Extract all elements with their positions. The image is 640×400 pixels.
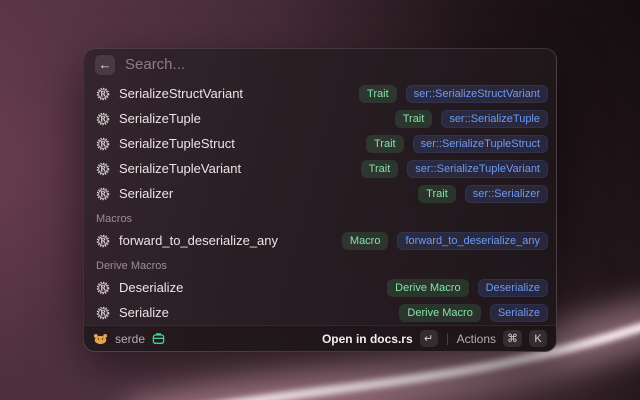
search-bar: ← <box>84 49 556 80</box>
rust-logo-icon: R <box>96 187 110 201</box>
result-row[interactable]: R SerializeTuple Trait ser::SerializeTup… <box>84 106 556 131</box>
result-title: Deserialize <box>119 280 183 295</box>
result-row[interactable]: R SerializeTupleStruct Trait ser::Serial… <box>84 131 556 156</box>
svg-text:R: R <box>100 189 106 198</box>
result-title: SerializeTuple <box>119 111 201 126</box>
extension-name: serde <box>115 332 145 346</box>
rust-logo-icon: R <box>96 112 110 126</box>
path-badge: forward_to_deserialize_any <box>397 232 548 250</box>
path-badge: Deserialize <box>478 279 548 297</box>
back-button[interactable]: ← <box>95 55 115 75</box>
action-bar: serde Open in docs.rs ↵ Actions ⌘ K <box>84 325 556 351</box>
path-badge: ser::SerializeTupleVariant <box>407 160 548 178</box>
result-title: SerializeStructVariant <box>119 86 243 101</box>
type-badge: Derive Macro <box>399 304 480 322</box>
path-badge: ser::SerializeTuple <box>441 110 548 128</box>
svg-text:R: R <box>100 139 106 148</box>
result-row[interactable]: R Serializer Trait ser::Serializer <box>84 181 556 206</box>
result-row[interactable]: R SerializeTupleVariant Trait ser::Seria… <box>84 156 556 181</box>
type-badge: Macro <box>342 232 389 250</box>
result-row[interactable]: R Deserialize Derive Macro Deserialize <box>84 275 556 300</box>
type-badge: Derive Macro <box>387 279 468 297</box>
actions-button[interactable]: Actions <box>457 332 496 346</box>
search-input[interactable] <box>125 56 545 73</box>
cmd-key-icon[interactable]: ⌘ <box>503 330 522 347</box>
rust-logo-icon: R <box>96 162 110 176</box>
svg-text:R: R <box>100 164 106 173</box>
svg-text:R: R <box>100 114 106 123</box>
rust-logo-icon: R <box>96 87 110 101</box>
type-badge: Trait <box>366 135 404 153</box>
rust-logo-icon: R <box>96 281 110 295</box>
footer-divider <box>447 333 448 345</box>
type-badge: Trait <box>359 85 397 103</box>
svg-text:R: R <box>100 283 106 292</box>
result-row[interactable]: R SerializeStructVariant Trait ser::Seri… <box>84 81 556 106</box>
back-arrow-icon: ← <box>99 57 112 72</box>
return-key-icon[interactable]: ↵ <box>420 330 438 347</box>
svg-text:R: R <box>100 308 106 317</box>
results-list: R SerializeStructVariant Trait ser::Seri… <box>84 80 556 325</box>
open-in-docs-button[interactable]: Open in docs.rs <box>322 332 413 346</box>
command-palette-window: ← R SerializeStructVariant Trait ser::Se… <box>83 48 557 352</box>
result-row[interactable]: R forward_to_deserialize_any Macro forwa… <box>84 228 556 253</box>
rust-logo-icon: R <box>96 234 110 248</box>
svg-text:R: R <box>100 89 106 98</box>
result-title: Serializer <box>119 186 173 201</box>
section-header-macros: Macros <box>84 206 556 228</box>
path-badge: ser::Serializer <box>465 185 548 203</box>
path-badge: Serialize <box>490 304 548 322</box>
path-badge: ser::SerializeStructVariant <box>406 85 548 103</box>
type-badge: Trait <box>361 160 399 178</box>
result-title: SerializeTupleStruct <box>119 136 235 151</box>
k-key-icon[interactable]: K <box>529 330 547 347</box>
rust-logo-icon: R <box>96 306 110 320</box>
footer-actions: Open in docs.rs ↵ Actions ⌘ K <box>322 330 547 347</box>
type-badge: Trait <box>395 110 433 128</box>
crab-icon <box>93 332 108 345</box>
result-row[interactable]: R Serialize Derive Macro Serialize <box>84 300 556 325</box>
rust-logo-icon: R <box>96 137 110 151</box>
result-title: SerializeTupleVariant <box>119 161 241 176</box>
section-header-derive-macros: Derive Macros <box>84 253 556 275</box>
path-badge: ser::SerializeTupleStruct <box>413 135 548 153</box>
package-icon <box>152 332 165 345</box>
result-title: forward_to_deserialize_any <box>119 233 278 248</box>
svg-text:R: R <box>100 236 106 245</box>
result-title: Serialize <box>119 305 169 320</box>
type-badge: Trait <box>418 185 456 203</box>
